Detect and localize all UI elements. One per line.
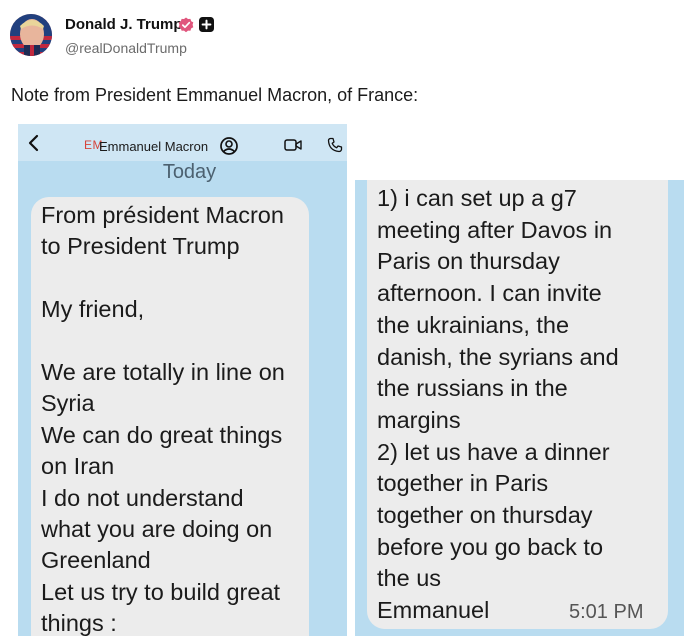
avatar-image <box>10 14 52 56</box>
contact-icon[interactable] <box>219 136 239 156</box>
author-handle[interactable]: @realDonaldTrump <box>65 40 187 56</box>
plus-badge-icon <box>199 17 214 32</box>
contact-name: Emmanuel Macron <box>99 139 209 154</box>
message-text: From président Macron to President Trump… <box>41 202 285 636</box>
video-call-icon[interactable] <box>284 138 302 152</box>
day-separator-label: Today <box>162 161 217 183</box>
author-name[interactable]: Donald J. Trump <box>65 16 183 33</box>
user-avatar[interactable] <box>10 14 52 56</box>
back-icon[interactable] <box>27 134 41 152</box>
phone-icon[interactable] <box>327 137 343 153</box>
message-screenshot-1[interactable]: EM Emmanuel Macron Today From président … <box>18 124 347 636</box>
verified-badge-icon <box>178 17 194 33</box>
message-screenshot-2[interactable]: 1) i can set up a g7 meeting after Davos… <box>355 180 684 636</box>
post-text: Note from President Emmanuel Macron, of … <box>11 85 419 105</box>
message-timestamp: 5:01 PM <box>569 601 644 623</box>
message-text: 1) i can set up a g7 meeting after Davos… <box>377 185 619 624</box>
